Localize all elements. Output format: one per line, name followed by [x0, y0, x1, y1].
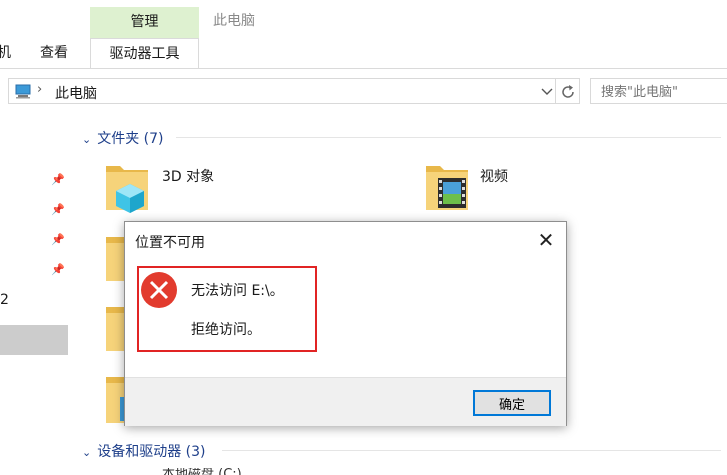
context-group-label: 管理	[130, 14, 159, 30]
folder-hidden[interactable]	[104, 373, 126, 425]
window-title: 此电脑	[213, 13, 255, 29]
address-bar[interactable]: › 此电脑	[8, 78, 556, 104]
section-devices-label: 设备和驱动器 (3)	[97, 444, 206, 460]
folder-videos[interactable]	[424, 160, 484, 216]
context-group-manage: 管理	[90, 7, 199, 38]
section-divider	[222, 450, 721, 451]
3d-objects-folder-icon	[106, 166, 148, 213]
section-folders-label: 文件夹 (7)	[97, 131, 164, 147]
search-box[interactable]	[590, 78, 727, 104]
tab-drive-tools-label: 驱动器工具	[109, 46, 180, 62]
search-input[interactable]	[599, 80, 727, 104]
chevron-down-icon: ⌄	[82, 133, 92, 146]
pin-icon: 📌	[51, 233, 65, 246]
navigation-pane	[0, 116, 70, 475]
pin-icon: 📌	[51, 203, 65, 216]
ok-button[interactable]: 确定	[473, 390, 551, 416]
folder-label: 3D 对象	[162, 169, 215, 185]
chevron-down-icon[interactable]	[541, 87, 553, 96]
folder-icon	[106, 377, 126, 423]
chevron-down-icon: ⌄	[82, 446, 92, 459]
path-separator-icon[interactable]: ›	[37, 82, 42, 97]
folder-hidden[interactable]	[104, 233, 126, 283]
dialog-title: 位置不可用	[135, 235, 205, 251]
folder-3d-objects[interactable]	[104, 160, 164, 216]
nav-item-selected[interactable]	[0, 325, 68, 355]
dialog-footer: 确定	[125, 377, 566, 426]
nav-item-partial[interactable]: 2	[0, 292, 9, 308]
highlight-box	[137, 266, 317, 352]
section-devices-header[interactable]: ⌄ 设备和驱动器 (3)	[82, 441, 206, 461]
path-segment-this-pc[interactable]: 此电脑	[55, 83, 97, 103]
tab-drive-tools[interactable]: 驱动器工具	[90, 38, 199, 68]
tab-computer-partial[interactable]: 机	[0, 38, 11, 68]
videos-folder-icon	[426, 166, 468, 210]
folder-label: 视频	[480, 169, 508, 185]
pin-icon: 📌	[51, 173, 65, 186]
folder-hidden[interactable]	[104, 303, 126, 353]
folder-icon	[106, 307, 126, 351]
drive-label-partial: 本地磁盘 (C:)	[162, 468, 242, 475]
folder-icon	[106, 237, 126, 281]
tab-view[interactable]: 查看	[40, 38, 68, 68]
pin-icon: 📌	[51, 263, 65, 276]
refresh-button[interactable]	[556, 78, 580, 104]
computer-icon	[15, 84, 31, 99]
section-divider	[176, 137, 721, 138]
close-icon[interactable]: ✕	[533, 228, 559, 252]
section-folders-header[interactable]: ⌄ 文件夹 (7)	[82, 128, 164, 148]
refresh-icon	[562, 85, 574, 98]
